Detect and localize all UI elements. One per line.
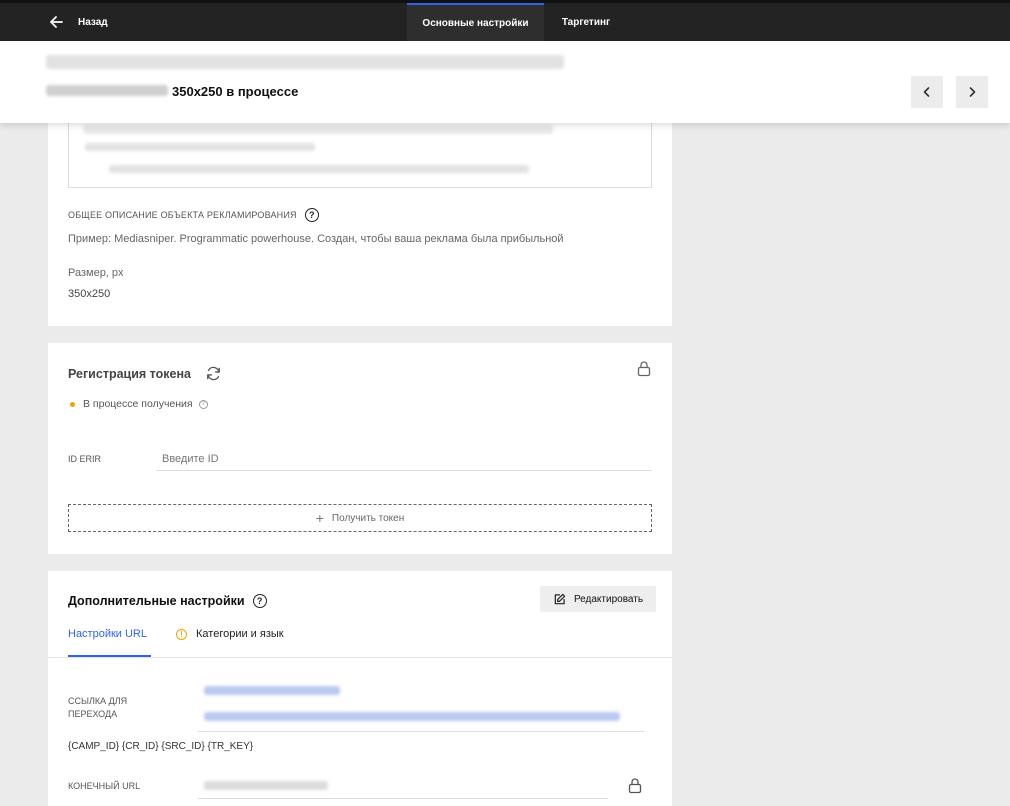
additional-title: Дополнительные настройки	[68, 594, 245, 608]
help-icon[interactable]: ?	[304, 208, 319, 222]
blurred-final-url	[204, 781, 328, 790]
final-url-underline[interactable]	[198, 798, 608, 799]
get-token-button[interactable]: + Получить токен	[68, 504, 652, 532]
final-url-label: КОНЕЧНЫЙ URL	[68, 781, 141, 791]
general-card: ОБЩЕЕ ОПИСАНИЕ ОБЪЕКТА РЕКЛАМИРОВАНИЯ ? …	[48, 123, 672, 326]
blurred-line	[85, 143, 315, 151]
tab-targeting-label: Таргетинг	[561, 16, 611, 28]
tabs-divider	[48, 657, 672, 658]
id-erir-label: ID ERIR	[68, 454, 102, 464]
macros-text: {CAMP_ID} {CR_ID} {SRC_ID} {TR_KEY}	[68, 741, 254, 752]
tab-categories-language[interactable]: ! Категории и язык	[176, 628, 284, 657]
arrow-left-icon	[50, 16, 63, 28]
tab-categories-language-label: Категории и язык	[196, 628, 284, 640]
blurred-name	[46, 85, 168, 96]
blurred-line	[83, 125, 553, 134]
lock-icon	[628, 778, 642, 794]
description-label: ОБЩЕЕ ОПИСАНИЕ ОБЪЕКТА РЕКЛАМИРОВАНИЯ	[68, 210, 297, 220]
chevron-left-icon	[923, 87, 930, 97]
top-navbar: Назад Основные настройки Таргетинг	[0, 0, 1010, 41]
token-title-row: Регистрация токена	[68, 365, 222, 382]
back-label: Назад	[78, 16, 108, 28]
size-label: Размер, px	[68, 267, 124, 279]
description-value: Пример: Mediasniper. Programmatic powerh…	[68, 233, 564, 245]
warning-icon: !	[176, 629, 187, 640]
description-label-row: ОБЩЕЕ ОПИСАНИЕ ОБЪЕКТА РЕКЛАМИРОВАНИЯ ?	[68, 208, 319, 222]
chevron-right-icon	[969, 87, 976, 97]
blurred-breadcrumb	[46, 55, 564, 69]
edit-icon	[554, 593, 566, 604]
tab-url-settings-label: Настройки URL	[68, 628, 147, 640]
preview-box	[68, 123, 652, 188]
tab-main-settings[interactable]: Основные настройки	[407, 3, 544, 41]
token-status: В процессе получения ?	[70, 398, 208, 410]
link-label: ССЫЛКА ДЛЯ ПЕРЕХОДА	[68, 695, 127, 721]
token-status-text: В процессе получения	[83, 398, 193, 410]
back-button[interactable]: Назад	[48, 12, 108, 32]
blurred-link-line1	[204, 686, 340, 695]
lock-icon	[637, 361, 651, 377]
token-card: Регистрация токена В процессе получения …	[48, 343, 672, 554]
link-label-line2: ПЕРЕХОДА	[68, 709, 118, 719]
plus-icon: +	[315, 510, 324, 526]
blurred-line	[109, 165, 529, 173]
help-icon[interactable]: ?	[252, 594, 267, 608]
info-icon[interactable]: ?	[198, 399, 208, 409]
tab-main-settings-label: Основные настройки	[422, 17, 529, 29]
tab-url-settings[interactable]: Настройки URL	[68, 628, 151, 657]
get-token-label: Получить токен	[331, 512, 405, 524]
additional-card: Дополнительные настройки ? Редактировать…	[48, 571, 672, 806]
additional-title-row: Дополнительные настройки ?	[68, 594, 267, 608]
status-dot	[70, 401, 75, 407]
link-label-line1: ССЫЛКА ДЛЯ	[68, 696, 128, 706]
link-input-underline[interactable]	[198, 731, 644, 732]
page-title: 350x250 в процессе	[172, 84, 299, 99]
id-erir-input[interactable]	[156, 447, 652, 471]
size-value: 350x250	[68, 288, 111, 300]
edit-button[interactable]: Редактировать	[540, 586, 656, 612]
blurred-link-line2	[204, 712, 620, 721]
prev-button[interactable]	[911, 76, 943, 108]
next-button[interactable]	[956, 76, 988, 108]
refresh-icon[interactable]	[205, 365, 222, 382]
token-title: Регистрация токена	[68, 366, 191, 381]
tab-targeting[interactable]: Таргетинг	[548, 3, 624, 41]
edit-label: Редактировать	[573, 593, 644, 605]
page-header: 350x250 в процессе	[0, 41, 1010, 123]
